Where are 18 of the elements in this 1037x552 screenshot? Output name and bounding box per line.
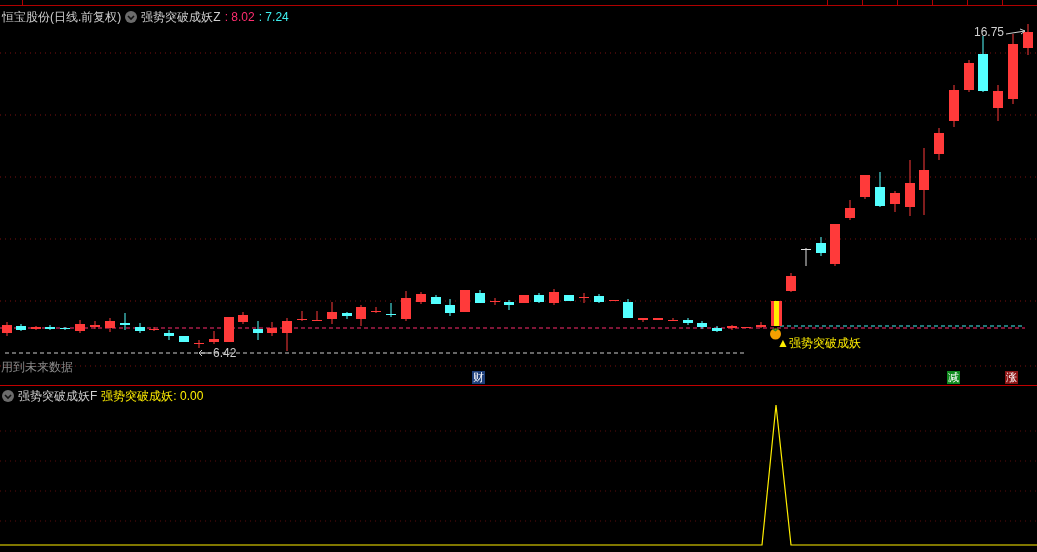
stock-title: 恒宝股份(日线.前复权) — [2, 9, 122, 26]
indicator-value: 强势突破成妖: 0.00 — [101, 388, 204, 405]
ball-icon — [769, 327, 782, 340]
arrow-icon — [1005, 28, 1028, 36]
low-price-label: 6.42 — [213, 345, 237, 362]
high-price-label: 16.75 — [974, 24, 1005, 41]
indicator-name: 强势突破成妖F — [18, 388, 98, 405]
future-data-note: 用到未来数据 — [1, 359, 73, 376]
indicator-name: 强势突破成妖Z — [141, 9, 221, 26]
indicator-value: : 8.02 — [224, 9, 255, 26]
signal-label: ▲强势突破成妖 — [777, 335, 861, 352]
signal-candle — [771, 301, 782, 326]
dropdown-icon[interactable] — [2, 390, 14, 402]
event-marker[interactable]: 涨 — [1005, 371, 1018, 384]
event-marker[interactable]: 减 — [947, 371, 960, 384]
event-marker[interactable]: 财 — [472, 371, 485, 384]
indicator-value: : 7.24 — [258, 9, 289, 26]
dropdown-icon[interactable] — [125, 11, 138, 23]
